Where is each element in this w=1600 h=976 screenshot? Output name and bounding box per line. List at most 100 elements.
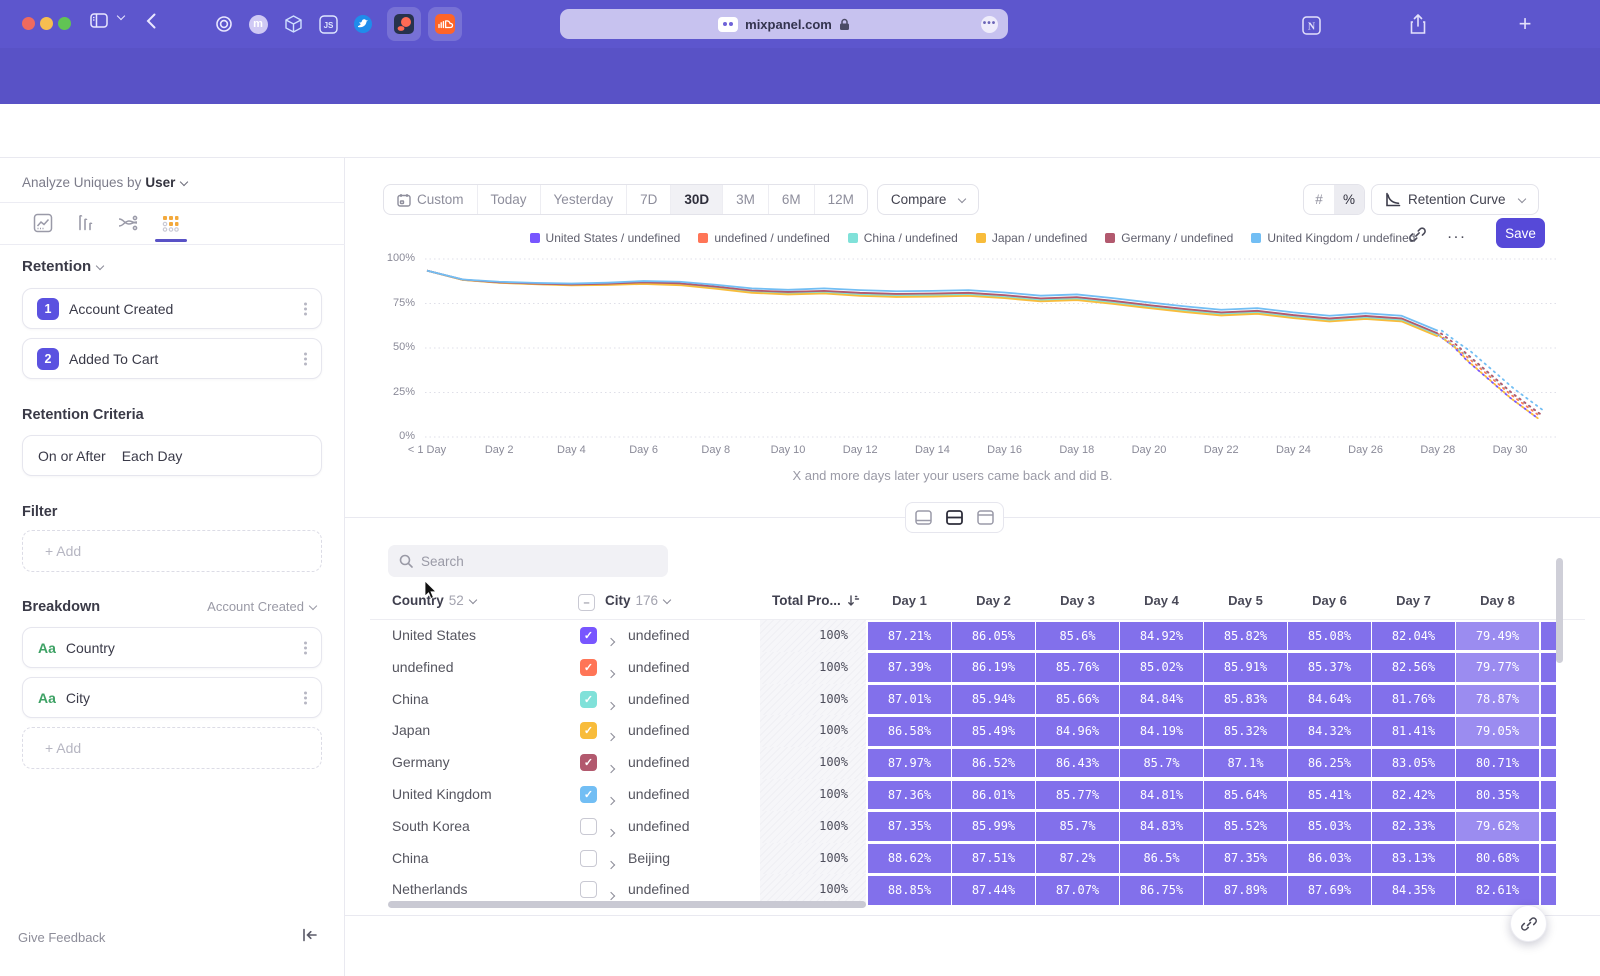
tab-retention-icon[interactable] bbox=[155, 208, 185, 238]
breakdown-scope-selector[interactable]: Account Created bbox=[207, 599, 316, 614]
give-feedback-link[interactable]: Give Feedback bbox=[18, 930, 105, 945]
sidebar-toggle-icon[interactable] bbox=[90, 13, 108, 28]
row-expand-icon[interactable] bbox=[608, 759, 614, 777]
retention-cell[interactable]: 86.75% bbox=[1120, 876, 1203, 905]
retention-cell[interactable]: 87.39% bbox=[868, 653, 951, 682]
retention-cell[interactable]: 80.71% bbox=[1456, 749, 1539, 778]
retention-cell[interactable]: 81.76% bbox=[1372, 685, 1455, 714]
retention-cell[interactable]: 84.83% bbox=[1120, 812, 1203, 841]
retention-cell[interactable]: 88.62% bbox=[868, 844, 951, 873]
tab-insights-icon[interactable] bbox=[28, 208, 58, 238]
retention-cell[interactable]: 86.03% bbox=[1288, 844, 1371, 873]
retention-cell[interactable]: 86.25% bbox=[1288, 749, 1371, 778]
retention-cell[interactable]: 84.64% bbox=[1288, 685, 1371, 714]
filter-add-button[interactable]: + Add bbox=[22, 530, 322, 572]
row-checkbox[interactable]: ✓ bbox=[580, 691, 597, 708]
retention-cell[interactable]: 85.02% bbox=[1120, 653, 1203, 682]
retention-cell[interactable]: 85.52% bbox=[1204, 812, 1287, 841]
row-checkbox[interactable] bbox=[580, 818, 597, 835]
retention-cell[interactable]: 82.61% bbox=[1456, 876, 1539, 905]
step-card-2[interactable]: 2 Added To Cart bbox=[22, 338, 322, 379]
row-expand-icon[interactable] bbox=[608, 855, 614, 873]
row-checkbox[interactable] bbox=[580, 850, 597, 867]
tab-favicon-cube[interactable] bbox=[280, 11, 306, 37]
retention-cell[interactable]: 87.21% bbox=[868, 622, 951, 651]
tab-favicon-m[interactable]: m bbox=[245, 11, 271, 37]
retention-cell[interactable]: 87.36% bbox=[868, 781, 951, 810]
day-column-header[interactable]: Day 1 bbox=[868, 593, 951, 608]
retention-cell[interactable]: 81.41% bbox=[1372, 717, 1455, 746]
step-menu-icon[interactable] bbox=[304, 350, 307, 367]
retention-cell[interactable]: 80.35% bbox=[1456, 781, 1539, 810]
day-column-header[interactable]: Day 7 bbox=[1372, 593, 1455, 608]
retention-cell[interactable]: 85.76% bbox=[1036, 653, 1119, 682]
breakdown-menu-icon[interactable] bbox=[304, 689, 307, 706]
tab-flows-icon[interactable] bbox=[113, 208, 143, 238]
retention-cell[interactable]: 86.19% bbox=[952, 653, 1035, 682]
day-column-header[interactable]: Day 3 bbox=[1036, 593, 1119, 608]
row-checkbox[interactable]: ✓ bbox=[580, 754, 597, 771]
retention-cell[interactable]: 85.99% bbox=[952, 812, 1035, 841]
retention-cell[interactable]: 83.13% bbox=[1372, 844, 1455, 873]
retention-cell[interactable]: 87.89% bbox=[1204, 876, 1287, 905]
row-checkbox[interactable]: ✓ bbox=[580, 659, 597, 676]
retention-cell[interactable]: 85.64% bbox=[1204, 781, 1287, 810]
retention-cell[interactable]: 85.32% bbox=[1204, 717, 1287, 746]
retention-cell[interactable]: 86.52% bbox=[952, 749, 1035, 778]
row-expand-icon[interactable] bbox=[608, 696, 614, 714]
retention-cell[interactable]: 87.44% bbox=[952, 876, 1035, 905]
step-menu-icon[interactable] bbox=[304, 300, 307, 317]
retention-cell[interactable]: 85.94% bbox=[952, 685, 1035, 714]
tab-funnels-icon[interactable] bbox=[70, 208, 100, 238]
day-column-header[interactable]: Day 4 bbox=[1120, 593, 1203, 608]
retention-cell[interactable]: 82.33% bbox=[1372, 812, 1455, 841]
city-column-header[interactable]: City176 bbox=[605, 593, 670, 608]
retention-cell[interactable]: 87.07% bbox=[1036, 876, 1119, 905]
retention-cell[interactable]: 87.2% bbox=[1036, 844, 1119, 873]
window-minimize-button[interactable] bbox=[40, 17, 53, 30]
chevron-down-icon[interactable] bbox=[118, 13, 124, 19]
retention-cell[interactable]: 85.6% bbox=[1036, 622, 1119, 651]
retention-cell[interactable]: 85.91% bbox=[1204, 653, 1287, 682]
retention-cell[interactable]: 87.01% bbox=[868, 685, 951, 714]
retention-cell[interactable]: 84.96% bbox=[1036, 717, 1119, 746]
total-column-header[interactable]: Total Pro... bbox=[772, 593, 860, 608]
retention-section-title[interactable]: Retention bbox=[22, 258, 103, 275]
retention-cell[interactable]: 85.7% bbox=[1036, 812, 1119, 841]
window-zoom-button[interactable] bbox=[58, 17, 71, 30]
retention-cell[interactable]: 80.68% bbox=[1456, 844, 1539, 873]
day-column-header[interactable]: Day 8 bbox=[1456, 593, 1539, 608]
criteria-value[interactable]: Each Day bbox=[122, 448, 183, 464]
retention-cell[interactable]: 85.37% bbox=[1288, 653, 1371, 682]
step-card-1[interactable]: 1 Account Created bbox=[22, 288, 322, 329]
retention-cell[interactable]: 79.05% bbox=[1456, 717, 1539, 746]
retention-cell[interactable]: 85.03% bbox=[1288, 812, 1371, 841]
row-checkbox[interactable] bbox=[580, 881, 597, 898]
row-checkbox[interactable]: ✓ bbox=[580, 627, 597, 644]
vertical-scrollbar[interactable] bbox=[1556, 558, 1563, 663]
retention-cell[interactable]: 87.51% bbox=[952, 844, 1035, 873]
day-column-header[interactable]: Day 6 bbox=[1288, 593, 1371, 608]
row-checkbox[interactable]: ✓ bbox=[580, 722, 597, 739]
retention-cell[interactable]: 78.87% bbox=[1456, 685, 1539, 714]
retention-cell[interactable]: 87.1% bbox=[1204, 749, 1287, 778]
breakdown-add-button[interactable]: + Add bbox=[22, 727, 322, 769]
tab-favicon-js[interactable]: JS bbox=[315, 11, 341, 37]
row-expand-icon[interactable] bbox=[608, 823, 614, 841]
retention-cell[interactable]: 85.82% bbox=[1204, 622, 1287, 651]
select-all-checkbox[interactable]: – bbox=[578, 594, 595, 611]
horizontal-scrollbar[interactable] bbox=[388, 901, 866, 908]
retention-cell[interactable]: 84.84% bbox=[1120, 685, 1203, 714]
retention-cell[interactable]: 85.7% bbox=[1120, 749, 1203, 778]
retention-cell[interactable]: 85.66% bbox=[1036, 685, 1119, 714]
retention-cell[interactable]: 87.69% bbox=[1288, 876, 1371, 905]
retention-cell[interactable]: 85.83% bbox=[1204, 685, 1287, 714]
retention-cell[interactable]: 84.32% bbox=[1288, 717, 1371, 746]
day-column-header[interactable]: Day 2 bbox=[952, 593, 1035, 608]
retention-cell[interactable]: 85.08% bbox=[1288, 622, 1371, 651]
retention-cell[interactable]: 86.01% bbox=[952, 781, 1035, 810]
retention-cell[interactable]: 85.77% bbox=[1036, 781, 1119, 810]
retention-cell[interactable]: 84.19% bbox=[1120, 717, 1203, 746]
retention-cell[interactable]: 84.81% bbox=[1120, 781, 1203, 810]
retention-cell[interactable]: 87.35% bbox=[1204, 844, 1287, 873]
